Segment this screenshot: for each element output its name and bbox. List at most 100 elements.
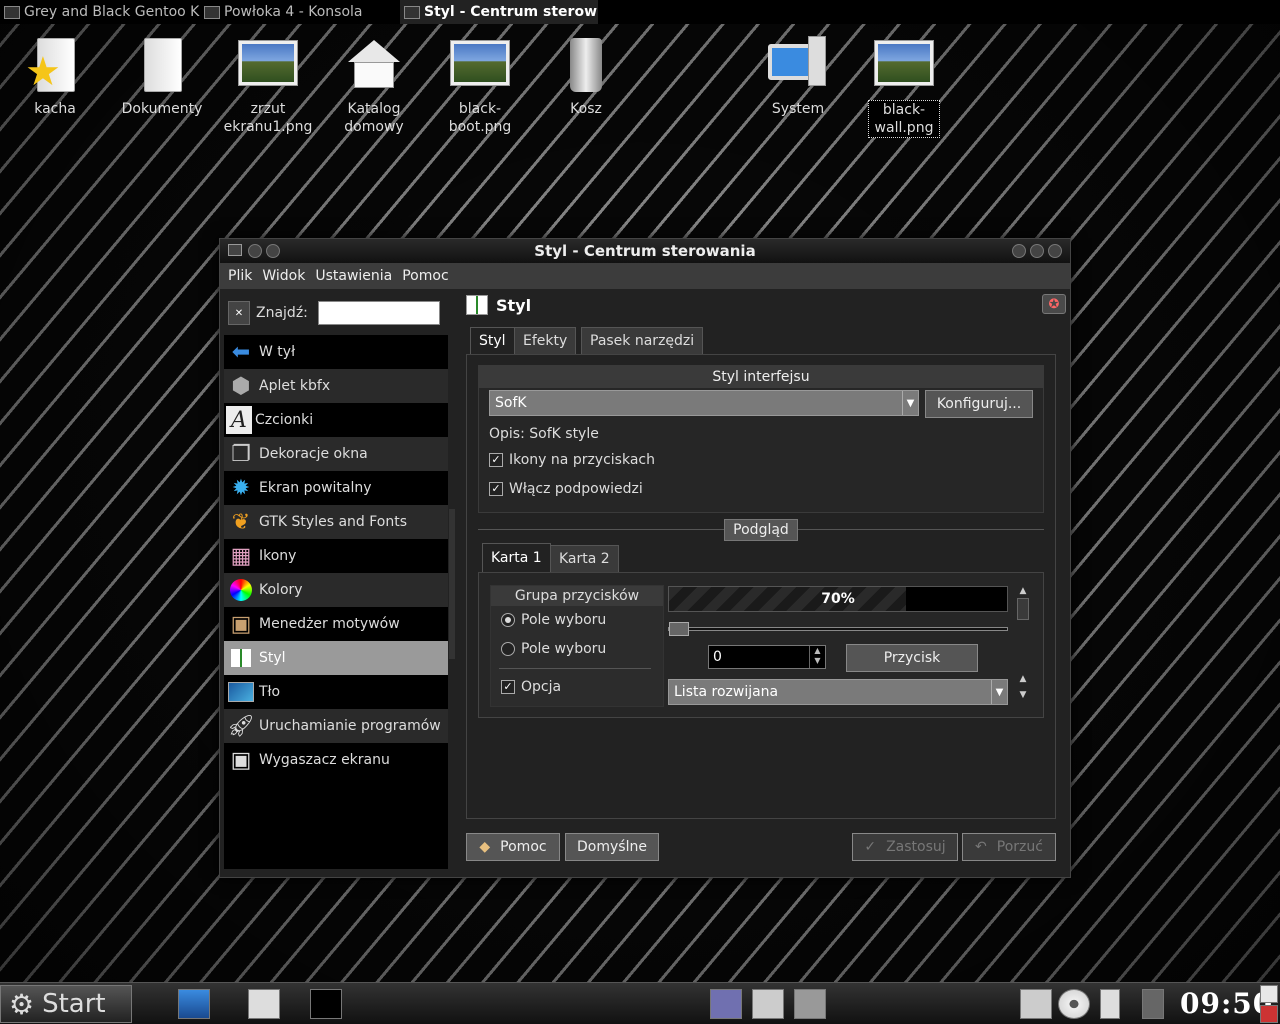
radio-option-1[interactable]: Pole wyboru [501,612,606,628]
radio-option-2[interactable]: Pole wyboru [501,641,606,657]
sidebar-splitter[interactable] [449,509,455,659]
progress-text: 70% [821,591,855,607]
scroll-up-icon[interactable]: ▲ [1016,586,1030,596]
menu-plik[interactable]: Plik [228,268,252,284]
slider[interactable] [668,622,1008,636]
style-select[interactable]: SofK ▼ [489,390,919,416]
pager-icon[interactable] [794,989,826,1019]
desktop-icon-black-boot[interactable]: black-boot.png [430,34,530,136]
screensaver-icon: ▣ [230,747,252,773]
check-icon: ✓ [864,839,877,855]
module-item-icons[interactable]: ▦ Ikony [224,539,448,573]
control-center-window: Styl - Centrum sterowania Plik Widok Ust… [219,238,1071,878]
home-icon [342,34,406,96]
window-titlebar[interactable]: Styl - Centrum sterowania [220,239,1070,263]
slider-handle[interactable] [669,622,689,636]
preview-scrollbar[interactable]: ▲ ▲ ▼ [1016,586,1030,706]
module-item-kbfx[interactable]: ⬢ Aplet kbfx [224,369,448,403]
style-description: Opis: SofK style [489,426,599,442]
menu-ustawienia[interactable]: Ustawienia [315,268,392,284]
task-konsola[interactable]: Powłoka 4 - Konsola [200,0,400,24]
module-item-fonts[interactable]: A Czcionki [224,403,448,437]
desktop-icon-kosz[interactable]: Kosz [536,34,636,118]
discard-button[interactable]: ↶ Porzuć [962,833,1056,861]
task-gentoo[interactable]: Grey and Black Gentoo K [0,0,200,24]
clear-search-icon[interactable]: ✕ [228,301,250,325]
calculator-icon[interactable] [752,989,784,1019]
cube-icon: ⬢ [231,373,251,399]
style-icon [226,643,256,673]
module-item-style[interactable]: Styl [224,641,448,675]
module-item-launch[interactable]: 🚀︎ Uruchamianie programów [224,709,448,743]
module-item-window-decorations[interactable]: ❐ Dekoracje okna [224,437,448,471]
module-item-splash[interactable]: ✹ Ekran powitalny [224,471,448,505]
battery-icon [1142,989,1164,1019]
folder-icon [130,34,194,96]
scroll-down-icon[interactable]: ▼ [1016,690,1030,700]
icons-on-buttons-checkbox[interactable]: ✓ Ikony na przyciskach [489,452,655,468]
preview-tab-2[interactable]: Karta 2 [550,545,619,573]
folder-star-icon: ★ [23,34,87,96]
module-item-gtk[interactable]: ❦ GTK Styles and Fonts [224,505,448,539]
module-item-back[interactable]: ⬅ W tył [224,335,448,369]
menu-pomoc[interactable]: Pomoc [402,268,448,284]
cdrom-icon[interactable] [1058,989,1090,1019]
option-checkbox[interactable]: ✓ Opcja [501,679,561,695]
image-file-icon [448,34,512,96]
search-label: Znajdź: [256,305,308,321]
window-title: Styl - Centrum sterowania [534,242,756,260]
desktop-icon-dokumenty[interactable]: Dokumenty [112,34,212,118]
kcontrol-icon[interactable] [710,989,742,1019]
menu-widok[interactable]: Widok [262,268,305,284]
apply-button[interactable]: ✓ Zastosuj [852,833,958,861]
module-title: Styl [466,291,531,319]
desktop-icon-kacha[interactable]: ★ kacha [5,34,105,118]
module-item-background[interactable]: Tło [224,675,448,709]
scroll-thumb[interactable] [1017,598,1029,620]
preview-label: Podgląd [724,519,798,541]
shade-button[interactable] [266,244,280,258]
check-icon: ✓ [501,680,515,694]
module-item-colors[interactable]: Kolory [224,573,448,607]
module-item-theme-manager[interactable]: ▣ Menedżer motywów [224,607,448,641]
search-input[interactable] [317,301,440,325]
kde-logo-icon: ⚙ [9,987,35,1021]
preview-tab-1[interactable]: Karta 1 [482,543,551,573]
maximize-button[interactable] [1030,244,1044,258]
desktop-show-icon[interactable] [178,989,210,1019]
defaults-button[interactable]: Domyślne [565,833,659,861]
lifebuoy-icon[interactable]: ✪ [1042,294,1066,314]
tab-styl[interactable]: Styl [470,327,515,355]
usb-icon[interactable] [1100,989,1120,1019]
start-button[interactable]: ⚙ Start [0,985,132,1023]
tab-efekty[interactable]: Efekty [514,327,577,355]
logout-icon[interactable] [1260,1005,1278,1023]
terminal-icon[interactable] [310,989,342,1019]
minimize-button[interactable] [1012,244,1026,258]
module-item-screensaver[interactable]: ▣ Wygaszacz ekranu [224,743,448,777]
desktop-icon-katalog-domowy[interactable]: Katalog domowy [324,34,424,136]
menubar: Plik Widok Ustawienia Pomoc [220,263,1070,289]
sticky-button[interactable] [248,244,262,258]
task-styl[interactable]: Styl - Centrum sterow [400,0,598,24]
close-button[interactable] [1048,244,1062,258]
tooltips-checkbox[interactable]: ✓ Włącz podpowiedzi [489,481,643,497]
desktop-icon-system[interactable]: System [748,34,848,118]
scroll-up-icon[interactable]: ▲ [1016,674,1030,684]
preview-button[interactable]: Przycisk [846,644,978,672]
icons-icon: ▦ [230,543,252,569]
configure-button[interactable]: Konfiguruj... [925,390,1033,418]
tab-pasek-narzedzi[interactable]: Pasek narzędzi [581,327,704,355]
help-button[interactable]: ◆ Pomoc [466,833,560,861]
spin-arrows-icon[interactable]: ▲ ▼ [809,646,825,668]
lock-icon[interactable] [1260,985,1278,1003]
preview-dropdown[interactable]: Lista rozwijana ▼ [668,679,1008,705]
floppy-icon[interactable] [1020,989,1052,1019]
window-menu-icon[interactable] [228,244,242,256]
home-icon[interactable] [248,989,280,1019]
desktop-icon-black-wall[interactable]: black-wall.png [854,34,954,138]
spin-box[interactable]: 0 ▲ ▼ [708,645,826,669]
gtk-icon: ❦ [231,509,251,535]
desktop-icon-zrzut[interactable]: zrzut ekranu1.png [218,34,318,136]
terminal-icon [204,5,220,19]
